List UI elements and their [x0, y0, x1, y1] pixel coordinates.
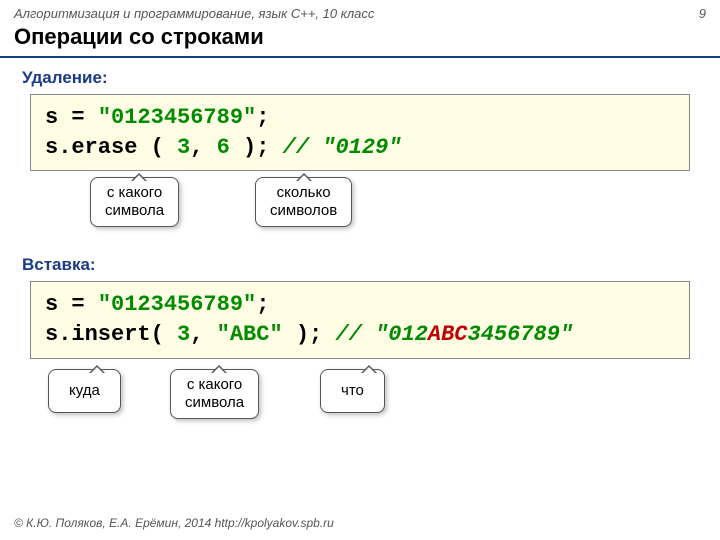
callout-text: куда: [69, 382, 100, 399]
slide-header: Алгоритмизация и программирование, язык …: [0, 0, 720, 24]
callout-text: что: [341, 382, 364, 399]
code-comment: // "0129": [283, 135, 402, 160]
callout-what: что: [320, 369, 385, 413]
code-highlight: ABC: [428, 322, 468, 347]
code-text: ;: [256, 105, 269, 130]
code-num: 6: [217, 135, 230, 160]
section-heading-erase: Удаление:: [0, 58, 720, 94]
code-num: 3: [177, 322, 190, 347]
page-number: 9: [699, 6, 706, 21]
course-title: Алгоритмизация и программирование, язык …: [14, 6, 374, 21]
callouts-erase: с какогосимвола сколькосимволов: [30, 171, 690, 253]
code-string: "ABC": [217, 322, 283, 347]
callout-text: сколькосимволов: [270, 184, 337, 219]
code-block-erase: s = "0123456789"; s.erase ( 3, 6 ); // "…: [30, 94, 690, 171]
callout-how-many: сколькосимволов: [255, 177, 352, 227]
page-title: Операции со строками: [0, 24, 720, 58]
callout-from-char: с какогосимвола: [90, 177, 179, 227]
slide-footer: © К.Ю. Поляков, Е.А. Ерёмин, 2014 http:/…: [14, 516, 334, 530]
code-text: s.insert(: [45, 322, 177, 347]
code-text: );: [230, 135, 283, 160]
section-heading-insert: Вставка:: [0, 253, 720, 281]
code-block-insert: s = "0123456789"; s.insert( 3, "ABC" ); …: [30, 281, 690, 358]
callouts-insert: куда с какогосимвола что: [30, 359, 690, 441]
code-text: s =: [45, 292, 98, 317]
code-text: ;: [256, 292, 269, 317]
callout-from-char2: с какогосимвола: [170, 369, 259, 419]
callout-text: с какогосимвола: [185, 376, 244, 411]
code-text: ,: [190, 322, 216, 347]
code-comment: // "012: [335, 322, 427, 347]
code-string: "0123456789": [98, 105, 256, 130]
code-num: 3: [177, 135, 190, 160]
code-text: s =: [45, 105, 98, 130]
callout-text: с какогосимвола: [105, 184, 164, 219]
code-text: ,: [190, 135, 216, 160]
code-text: s.erase (: [45, 135, 177, 160]
code-text: );: [283, 322, 336, 347]
callout-where: куда: [48, 369, 121, 413]
code-string: "0123456789": [98, 292, 256, 317]
code-comment: 3456789": [468, 322, 574, 347]
